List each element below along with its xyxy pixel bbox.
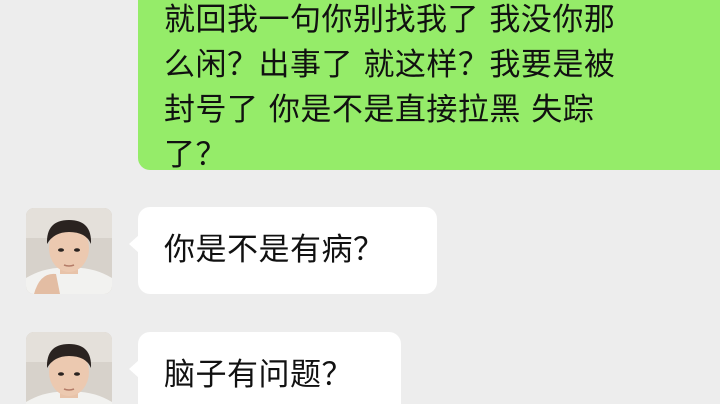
received-message-bubble[interactable]: 你是不是有病？ [129,207,437,294]
received-message-text: 你是不是有病？ [164,232,385,268]
avatar-photo [26,332,112,404]
received-message-text: 脑子有问题？ [164,357,353,393]
received-message-bubble[interactable]: 脑子有问题？ [129,332,401,404]
chat-area: 就回我一句你别找我了 我没你那 么闲？出事了 就这样？我要是被 封号了 你是不是… [0,0,720,404]
contact-avatar[interactable] [26,332,112,404]
sent-message-bubble[interactable]: 就回我一句你别找我了 我没你那 么闲？出事了 就这样？我要是被 封号了 你是不是… [138,0,720,173]
sent-message-line: 么闲？出事了 就这样？我要是被 [164,47,616,83]
contact-avatar[interactable] [26,208,112,294]
avatar-photo [26,208,112,294]
sent-message-line: 就回我一句你别找我了 我没你那 [164,2,616,38]
sent-message-line: 了？ [164,137,227,173]
sent-message-line: 封号了 你是不是直接拉黑 失踪 [164,92,595,128]
